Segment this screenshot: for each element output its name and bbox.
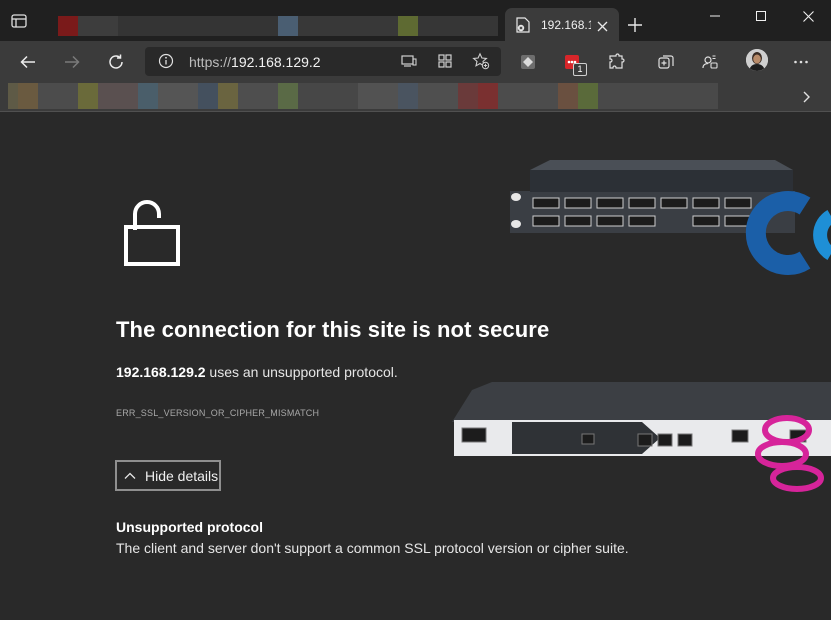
blurred-favorite[interactable] — [38, 83, 78, 109]
back-icon[interactable] — [18, 52, 38, 72]
tab-actions-icon[interactable] — [10, 12, 28, 30]
refresh-icon[interactable] — [106, 52, 126, 72]
url-text[interactable]: https://192.168.129.2 — [189, 54, 321, 70]
error-description: 192.168.129.2 uses an unsupported protoc… — [116, 364, 398, 380]
details-title: Unsupported protocol — [116, 519, 263, 535]
blurred-favorite[interactable] — [138, 83, 158, 109]
site-info-icon[interactable] — [158, 53, 174, 69]
blurred-favorite[interactable] — [98, 83, 138, 109]
blurred-favorite[interactable] — [8, 83, 18, 109]
error-message: uses an unsupported protocol. — [205, 364, 398, 380]
minimize-icon — [710, 15, 720, 17]
chevron-right-icon[interactable] — [796, 87, 816, 107]
blurred-tab[interactable] — [58, 16, 78, 36]
blurred-favorite[interactable] — [418, 83, 458, 109]
url-scheme: https:// — [189, 54, 232, 70]
maximize-icon — [756, 11, 766, 21]
sbc-appliance-image — [452, 382, 831, 503]
error-page: The connection for this site is not secu… — [0, 112, 831, 620]
profile-sync-icon[interactable] — [700, 52, 720, 72]
blurred-favorite[interactable] — [158, 83, 198, 109]
extensions-icon[interactable] — [606, 52, 626, 72]
blurred-tab[interactable] — [398, 16, 418, 36]
blurred-favorite[interactable] — [358, 83, 398, 109]
extension-diamond-icon[interactable] — [518, 52, 538, 72]
hide-details-button[interactable]: Hide details — [115, 460, 221, 491]
blurred-favorite[interactable] — [198, 83, 218, 109]
blurred-favorite[interactable] — [478, 83, 498, 109]
document-error-icon — [516, 17, 530, 33]
blurred-favorite[interactable] — [458, 83, 478, 109]
blurred-favorite[interactable] — [498, 83, 558, 109]
network-switch-image — [505, 158, 831, 288]
toolbar: https://192.168.129.2 — [0, 41, 831, 83]
blurred-favorite[interactable] — [598, 83, 718, 109]
blurred-tab[interactable] — [78, 16, 118, 36]
new-tab-icon[interactable] — [626, 16, 644, 34]
blurred-tab[interactable] — [298, 16, 398, 36]
profile-photo — [746, 49, 768, 71]
minimize-button[interactable] — [692, 0, 738, 32]
blurred-favorite[interactable] — [398, 83, 418, 109]
blurred-favorite[interactable] — [278, 83, 298, 109]
close-icon[interactable] — [597, 19, 608, 32]
chevron-up-icon — [123, 469, 137, 483]
blurred-tab[interactable] — [418, 16, 498, 36]
blurred-favorite[interactable] — [218, 83, 238, 109]
apps-icon[interactable] — [435, 51, 455, 71]
blurred-favorite[interactable] — [578, 83, 598, 109]
favorites-bar — [0, 83, 831, 112]
blurred-favorite[interactable] — [238, 83, 278, 109]
error-host: 192.168.129.2 — [116, 364, 206, 380]
unlocked-padlock-icon — [124, 194, 180, 271]
collections-icon[interactable] — [656, 52, 676, 72]
add-favorite-icon[interactable] — [471, 51, 491, 71]
tab-title: 192.168.1 — [541, 18, 591, 32]
blurred-tab[interactable] — [278, 16, 298, 36]
blurred-favorite[interactable] — [18, 83, 38, 109]
tab-active[interactable]: 192.168.1 — [505, 8, 619, 41]
close-window-button[interactable] — [785, 0, 831, 32]
details-text: The client and server don't support a co… — [116, 540, 629, 556]
cast-icon[interactable] — [399, 51, 419, 71]
error-code: ERR_SSL_VERSION_OR_CIPHER_MISMATCH — [116, 408, 320, 418]
more-options-icon[interactable] — [791, 52, 811, 72]
title-bar: 192.168.1 — [0, 0, 831, 41]
blurred-favorite[interactable] — [558, 83, 578, 109]
address-bar[interactable]: https://192.168.129.2 — [145, 47, 501, 76]
blurred-favorite[interactable] — [298, 83, 358, 109]
blurred-tab[interactable] — [118, 16, 278, 36]
avatar[interactable] — [746, 49, 768, 71]
maximize-button[interactable] — [738, 0, 784, 32]
blurred-favorite[interactable] — [78, 83, 98, 109]
extension-badge: 1 — [573, 63, 587, 76]
hide-details-label: Hide details — [145, 467, 219, 484]
url-host: 192.168.129.2 — [231, 54, 321, 70]
error-heading: The connection for this site is not secu… — [116, 317, 550, 342]
forward-icon[interactable] — [62, 52, 82, 72]
close-window-icon — [802, 10, 814, 22]
